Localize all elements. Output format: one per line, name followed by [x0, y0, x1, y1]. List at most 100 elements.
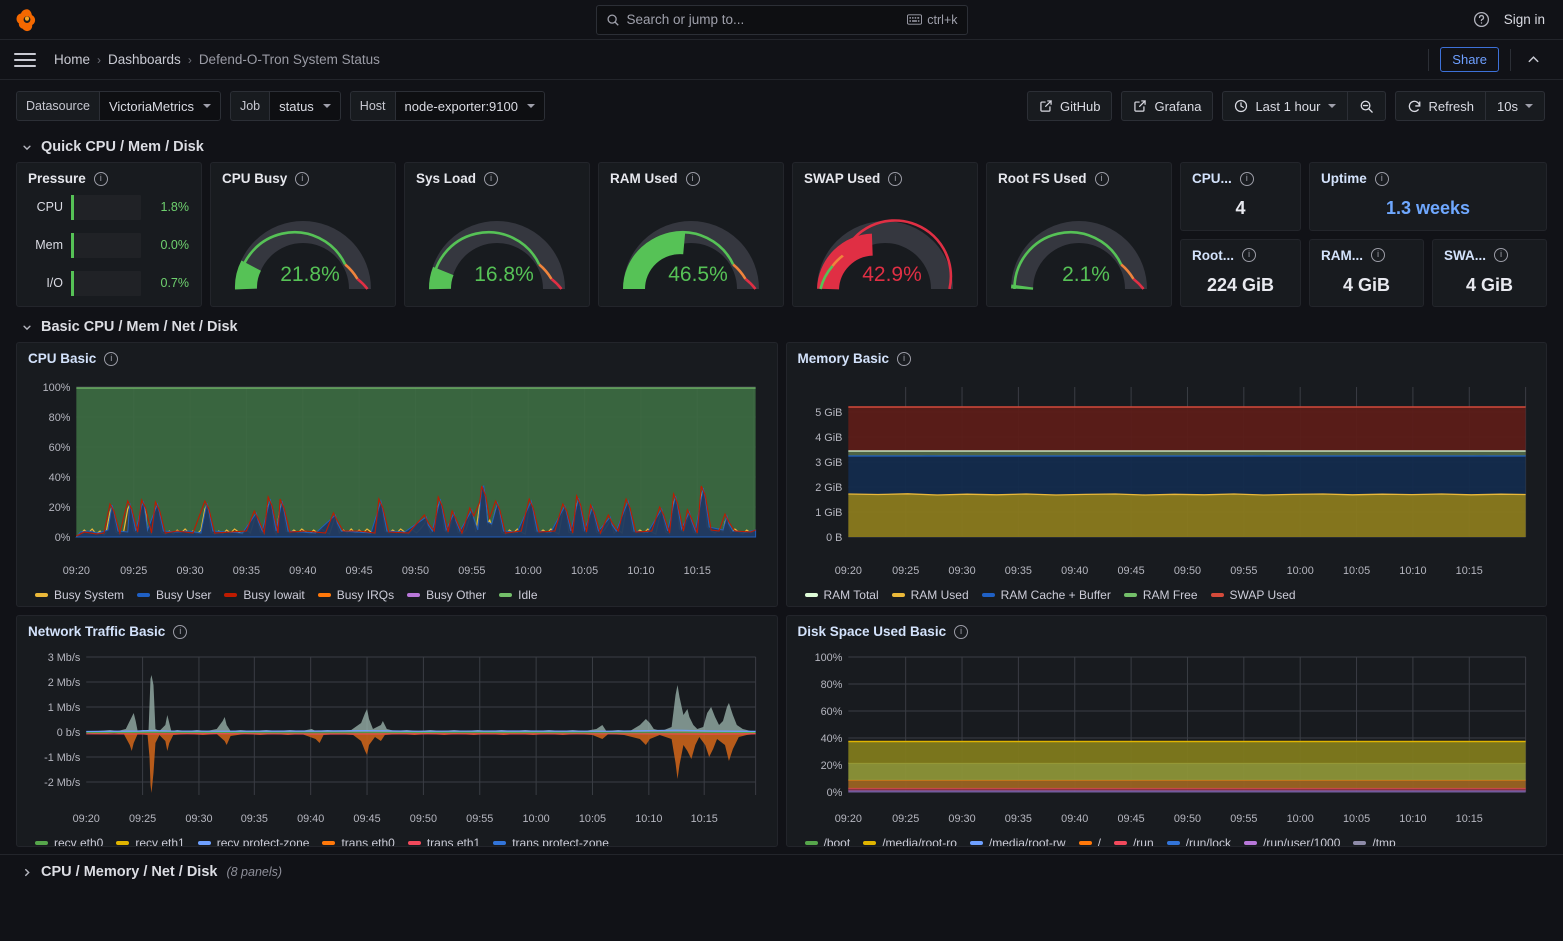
info-icon[interactable]: i: [484, 172, 498, 186]
legend-item[interactable]: recv eth0: [35, 836, 103, 847]
chart-disk-space-used-basic[interactable]: 100%80%60% 40%20%0%: [787, 641, 1547, 832]
info-icon[interactable]: i: [686, 172, 700, 186]
gauge-cpu-busy[interactable]: 21.8%: [211, 188, 395, 306]
info-icon[interactable]: i: [897, 352, 911, 366]
stat-panel-grid: CPU... i 4 Uptime i 1.3 weeks: [1180, 162, 1547, 307]
grafana-logo-icon[interactable]: [14, 7, 40, 33]
legend-item[interactable]: RAM Total: [805, 588, 879, 602]
info-icon[interactable]: i: [1494, 248, 1508, 262]
legend-item[interactable]: /run: [1114, 836, 1154, 847]
search-shortcut-hint: ctrl+k: [907, 13, 957, 27]
variable-job[interactable]: Job status: [230, 91, 341, 121]
row-header-basic[interactable]: Basic CPU / Mem / Net / Disk: [0, 307, 1563, 342]
info-icon[interactable]: i: [173, 625, 187, 639]
info-icon[interactable]: i: [1242, 248, 1256, 262]
hamburger-menu-icon[interactable]: [14, 53, 36, 67]
info-icon[interactable]: i: [1371, 248, 1385, 262]
chart-cpu-basic[interactable]: 100%80%60% 40%20%0%: [17, 368, 777, 584]
legend-item[interactable]: trans eth1: [408, 836, 480, 847]
pressure-fill: [71, 195, 74, 220]
row-header-cpu-memory-net-disk[interactable]: CPU / Memory / Net / Disk (8 panels): [0, 854, 1563, 887]
gauge-root-fs-used[interactable]: 2.1%: [987, 188, 1171, 306]
gauge-value: 46.5%: [668, 263, 728, 286]
divider: [1510, 49, 1511, 71]
info-icon[interactable]: i: [104, 352, 118, 366]
help-circle-icon[interactable]: [1473, 11, 1490, 28]
search-icon: [606, 13, 620, 27]
legend-item[interactable]: Busy User: [137, 588, 211, 602]
legend-item[interactable]: Busy Other: [407, 588, 486, 602]
svg-text:09:30: 09:30: [948, 565, 975, 577]
variable-datasource-value[interactable]: VictoriaMetrics: [99, 91, 221, 121]
legend-label: RAM Total: [824, 588, 879, 602]
variable-host[interactable]: Host node-exporter:9100: [350, 91, 545, 121]
svg-text:10:15: 10:15: [691, 813, 718, 825]
breadcrumb-item-home[interactable]: Home: [54, 52, 90, 67]
legend-item[interactable]: trans eth0: [322, 836, 394, 847]
info-icon[interactable]: i: [1095, 172, 1109, 186]
legend-item[interactable]: /tmp: [1353, 836, 1395, 847]
legend-item[interactable]: SWAP Used: [1211, 588, 1296, 602]
zoom-out-button[interactable]: [1347, 91, 1386, 121]
legend-item[interactable]: Busy IRQs: [318, 588, 394, 602]
info-icon[interactable]: i: [94, 172, 108, 186]
svg-text:3 GiB: 3 GiB: [815, 457, 842, 469]
legend-label: Busy Other: [426, 588, 486, 602]
legend-item[interactable]: /run/lock: [1167, 836, 1231, 847]
legend-item[interactable]: RAM Used: [892, 588, 969, 602]
refresh-interval-picker[interactable]: 10s: [1485, 91, 1545, 121]
chart-network-traffic-basic[interactable]: 3 Mb/s2 Mb/s1 Mb/s 0 b/s-1 Mb/s-2 Mb/s: [17, 641, 777, 832]
legend-item[interactable]: /boot: [805, 836, 851, 847]
pressure-label: Mem: [25, 238, 63, 252]
gauge-swap-used[interactable]: 42.9%: [793, 188, 977, 306]
breadcrumb-separator: ›: [188, 53, 192, 67]
search-placeholder: Search or jump to...: [627, 12, 901, 27]
svg-text:80%: 80%: [49, 412, 71, 424]
gauge-value: 16.8%: [474, 263, 534, 286]
refresh-button[interactable]: Refresh: [1395, 91, 1486, 121]
chart-memory-basic[interactable]: 5 GiB4 GiB3 GiB 2 GiB1 GiB0 B: [787, 368, 1547, 584]
variable-job-label: Job: [230, 91, 269, 121]
legend-item[interactable]: trans protect-zone: [493, 836, 609, 847]
variable-datasource[interactable]: Datasource VictoriaMetrics: [16, 91, 221, 121]
info-icon[interactable]: i: [1375, 172, 1389, 186]
panel-sys-load: Sys Load i 16.8%: [404, 162, 590, 307]
info-icon[interactable]: i: [888, 172, 902, 186]
svg-text:09:20: 09:20: [834, 813, 861, 825]
sign-in-link[interactable]: Sign in: [1504, 12, 1545, 27]
legend-item[interactable]: Idle: [499, 588, 537, 602]
svg-text:09:35: 09:35: [1004, 813, 1031, 825]
legend-label: trans protect-zone: [512, 836, 609, 847]
gauge-sys-load[interactable]: 16.8%: [405, 188, 589, 306]
panel-uptime: Uptime i 1.3 weeks: [1309, 162, 1547, 231]
legend-item[interactable]: recv protect-zone: [198, 836, 310, 847]
variable-host-value[interactable]: node-exporter:9100: [395, 91, 545, 121]
gauge-ram-used[interactable]: 46.5%: [599, 188, 783, 306]
breadcrumb-item-dashboards[interactable]: Dashboards: [108, 52, 181, 67]
panel-title-row: CPU Basic i: [17, 343, 777, 368]
info-icon[interactable]: i: [295, 172, 309, 186]
svg-text:09:40: 09:40: [297, 813, 324, 825]
info-icon[interactable]: i: [1240, 172, 1254, 186]
info-icon[interactable]: i: [954, 625, 968, 639]
row-header-quick[interactable]: Quick CPU / Mem / Disk: [0, 132, 1563, 162]
search-input[interactable]: Search or jump to... ctrl+k: [596, 5, 968, 35]
chevron-up-icon[interactable]: [1522, 52, 1545, 67]
legend-item[interactable]: recv eth1: [116, 836, 184, 847]
legend-item[interactable]: /media/root-ro: [863, 836, 957, 847]
share-button[interactable]: Share: [1440, 47, 1499, 72]
breadcrumb-item-current[interactable]: Defend-O-Tron System Status: [199, 52, 380, 67]
variable-job-value[interactable]: status: [269, 91, 341, 121]
time-range-picker[interactable]: Last 1 hour: [1222, 91, 1346, 121]
legend-item[interactable]: /: [1079, 836, 1101, 847]
legend-item[interactable]: Busy System: [35, 588, 124, 602]
legend-item[interactable]: Busy Iowait: [224, 588, 304, 602]
github-link-button[interactable]: GitHub: [1027, 91, 1112, 121]
grafana-link-button[interactable]: Grafana: [1121, 91, 1213, 121]
legend-item[interactable]: RAM Free: [1124, 588, 1198, 602]
svg-text:09:25: 09:25: [129, 813, 156, 825]
svg-text:09:55: 09:55: [1230, 565, 1257, 577]
legend-item[interactable]: /run/user/1000: [1244, 836, 1340, 847]
legend-item[interactable]: RAM Cache + Buffer: [982, 588, 1111, 602]
legend-item[interactable]: /media/root-rw: [970, 836, 1066, 847]
